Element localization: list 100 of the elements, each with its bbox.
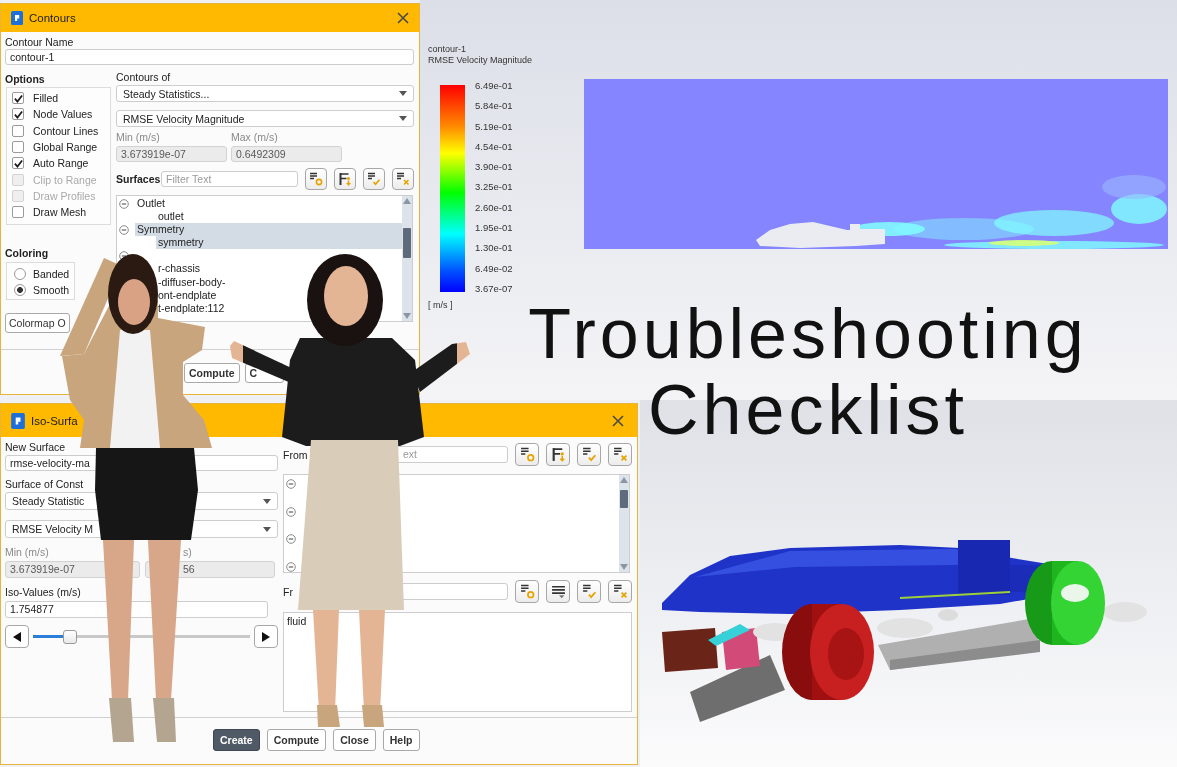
legend-value: 1.95e-01 [475,222,513,234]
toolbar-button[interactable] [363,168,385,190]
checkbox-label: Draw Mesh [33,206,87,219]
radio-button[interactable] [14,284,26,296]
toolbar-button[interactable] [546,443,570,466]
legend-title: contour-1 [428,44,468,55]
toolbar-button[interactable] [515,580,539,603]
dialog-button[interactable]: Compute [266,729,327,751]
legend-value: 6.49e-02 [475,262,513,274]
checkmark-icon [13,158,23,168]
tree-item[interactable]: Outlet [135,197,167,211]
legend-unit: [ m/s ] [428,300,454,311]
scroll-down-icon[interactable] [403,313,411,319]
colormap-button[interactable]: Colormap O [5,313,70,333]
checkbox[interactable] [12,108,24,121]
field-label: Fr [283,585,294,598]
close-icon[interactable] [397,12,409,24]
tree-item[interactable]: Symmetry [135,223,402,237]
high-velocity-streak [989,240,1059,246]
checkbox[interactable] [12,141,24,154]
caret-icon [399,116,407,121]
list-cross-icon [612,584,628,599]
legend-value: 5.84e-01 [475,100,513,112]
field-label: Contours of [116,71,172,83]
caret-icon [263,526,271,532]
legend-quantity: RMSE Velocity Magnitude [428,55,534,66]
toolbar-button[interactable] [334,168,356,190]
toolbar-button[interactable] [392,168,414,190]
tree-item[interactable]: outlet [156,210,186,224]
triangle-right-icon [262,631,270,642]
checkbox[interactable] [12,157,24,170]
scroll-up-icon[interactable] [403,198,411,204]
checkbox-label: Global Range [33,141,98,154]
slider-thumb[interactable] [62,629,77,644]
field-label: Iso-Values (m/s) [5,586,82,598]
scroll-up-icon[interactable] [620,477,628,483]
checkbox-label: Contour Lines [33,124,99,137]
tree-item[interactable]: -diffuser-body- [156,275,228,289]
dialog-button[interactable]: Close [333,729,376,751]
legend-value: 3.90e-01 [475,161,513,173]
tree-item[interactable]: ont-endplate [156,288,219,302]
legend-value: 4.54e-01 [475,140,513,152]
headline: Checklist [648,372,968,448]
close-icon[interactable] [612,414,624,427]
scrollbar[interactable] [619,475,629,572]
contour-name-field[interactable]: contour-1 [5,49,414,65]
field-label: Contour Name [5,36,75,48]
readonly-field: 3.673919e-07 [116,146,227,162]
field-label: Surface of Const [5,478,85,490]
toolbar-button[interactable] [608,443,632,466]
slider-right-button[interactable] [254,625,278,648]
toolbar-button[interactable] [515,443,539,466]
tree-item[interactable]: r-chassis [156,262,202,276]
field-label: Min (m/s) [116,131,161,143]
list-item[interactable]: fluid [287,615,307,628]
checkbox[interactable] [12,92,24,105]
list-check-icon [581,584,597,599]
dialog-button[interactable]: Create [213,729,260,751]
scrollbar-thumb[interactable] [403,228,411,258]
toolbar-button[interactable] [608,580,632,603]
caret-icon [399,91,407,96]
dialog-button[interactable]: Help [382,729,420,751]
toolbar-button[interactable] [546,580,570,603]
scrollbar-thumb[interactable] [620,490,628,508]
app-icon [11,412,25,429]
radio-button[interactable] [14,268,26,280]
dialog-button[interactable]: Compute [184,363,240,383]
scroll-down-icon[interactable] [620,564,628,570]
list-check-icon [367,172,381,186]
field-label: Max (m/s) [231,131,279,143]
dialog-title: Contours [29,12,76,24]
dropdown[interactable]: RMSE Velocity Magnitude [116,110,414,127]
caret-icon [263,498,271,504]
toolbar-button[interactable] [577,580,601,603]
scrollbar[interactable] [402,196,412,321]
checkbox[interactable] [12,124,24,137]
toolbar-button[interactable] [305,168,327,190]
legend-value: 2.60e-01 [475,201,513,213]
list-circle-icon [519,584,535,599]
tree-item[interactable]: symmetry [156,236,402,250]
checkbox-label: Draw Profiles [33,189,96,202]
readonly-field: 0.6492309 [231,146,342,162]
checkbox-label: Node Values [33,108,93,121]
list-cross-icon [396,172,410,186]
tree-item[interactable]: t-endplate:112 [156,301,227,315]
radio-label: Banded [33,268,70,280]
legend-value: 3.25e-01 [475,181,513,193]
checkbox[interactable] [12,206,24,219]
checkbox-label: Auto Range [33,157,89,170]
toolbar-button[interactable] [577,443,601,466]
app-icon [11,11,23,25]
headline: Troubleshooting [528,296,1088,372]
dropdown[interactable]: Steady Statistics... [116,85,414,102]
field-label: Surfaces [116,173,161,185]
list-arrow-icon [338,172,352,186]
list-arrow-icon [550,447,566,462]
legend-value: 3.67e-07 [475,282,513,294]
field-label: s) [182,546,193,558]
legend-value: 1.30e-01 [475,242,513,254]
slider-left-button[interactable] [5,625,29,648]
